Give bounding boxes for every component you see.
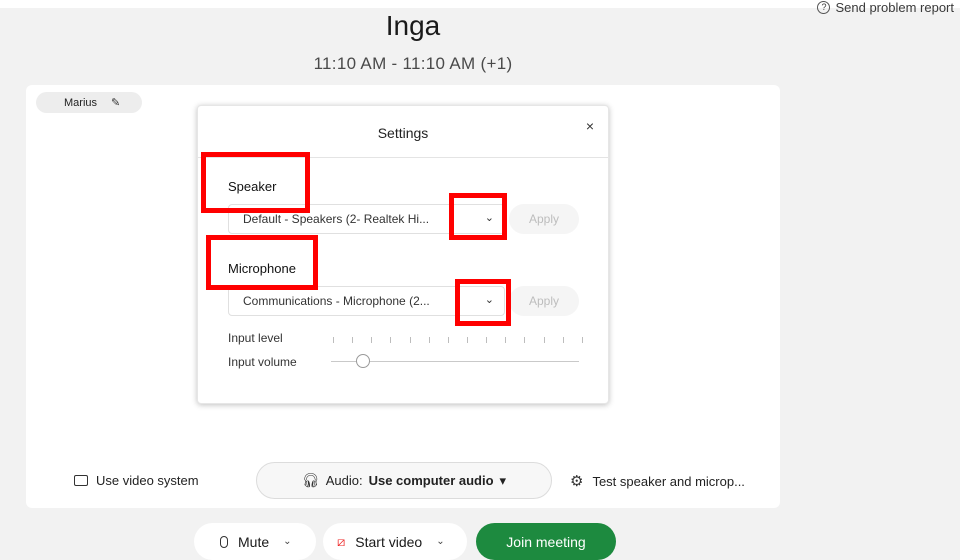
gear-icon: ⚙ <box>570 473 584 490</box>
chevron-down-icon[interactable]: ⌄ <box>283 536 291 547</box>
start-video-label: Start video <box>355 533 423 550</box>
chevron-down-icon[interactable]: ⌄ <box>436 536 444 547</box>
participant-name-pill[interactable]: Marius ✎ <box>36 92 142 113</box>
highlight-speaker-dropdown <box>449 193 507 240</box>
start-video-button[interactable]: ⧄ Start video ⌄ <box>323 523 467 560</box>
meeting-title: Inga <box>385 10 441 41</box>
cast-icon <box>74 475 88 486</box>
caret-down-icon: ▾ <box>499 472 507 488</box>
microphone-apply-button[interactable]: Apply <box>509 286 579 316</box>
close-icon[interactable]: × <box>586 118 594 134</box>
pencil-icon[interactable]: ✎ <box>111 96 120 109</box>
input-volume-slider[interactable] <box>331 354 579 368</box>
input-level-meter <box>333 335 583 345</box>
audio-prefix: Audio: <box>325 473 363 488</box>
speaker-selected-value: Default - Speakers (2- Realtek Hi... <box>243 212 430 226</box>
top-strip <box>0 0 960 8</box>
video-off-icon: ⧄ <box>337 533 346 549</box>
speaker-apply-button[interactable]: Apply <box>509 204 579 234</box>
use-video-system-button[interactable]: Use video system <box>74 473 199 488</box>
participant-name: Marius <box>64 96 98 109</box>
microphone-selected-value: Communications - Microphone (2... <box>243 294 430 308</box>
input-volume-label: Input volume <box>228 355 297 369</box>
send-problem-report-label: Send problem report <box>835 0 954 15</box>
send-problem-report-link[interactable]: ? Send problem report <box>817 0 954 15</box>
audio-selector[interactable]: 🎧︎ Audio: Use computer audio ▾ <box>256 462 552 499</box>
input-volume-thumb[interactable] <box>356 354 371 368</box>
test-speaker-label: Test speaker and microp... <box>592 473 745 489</box>
use-video-system-label: Use video system <box>96 473 199 488</box>
highlight-speaker-label <box>201 152 310 213</box>
meeting-time: 11:10 AM - 11:10 AM (+1) <box>313 54 513 73</box>
dialog-title: Settings <box>377 125 429 141</box>
microphone-icon <box>220 535 228 548</box>
highlight-microphone-dropdown <box>455 279 511 326</box>
mute-label: Mute <box>238 533 270 550</box>
test-speaker-microphone-button[interactable]: ⚙ Test speaker and microp... <box>570 472 745 490</box>
join-meeting-button[interactable]: Join meeting <box>476 523 616 560</box>
mute-button[interactable]: Mute ⌄ <box>194 523 316 560</box>
highlight-microphone-label <box>206 235 318 290</box>
input-level-label: Input level <box>228 331 283 345</box>
audio-value: Use computer audio <box>368 473 494 488</box>
headset-icon: 🎧︎ <box>301 472 320 488</box>
